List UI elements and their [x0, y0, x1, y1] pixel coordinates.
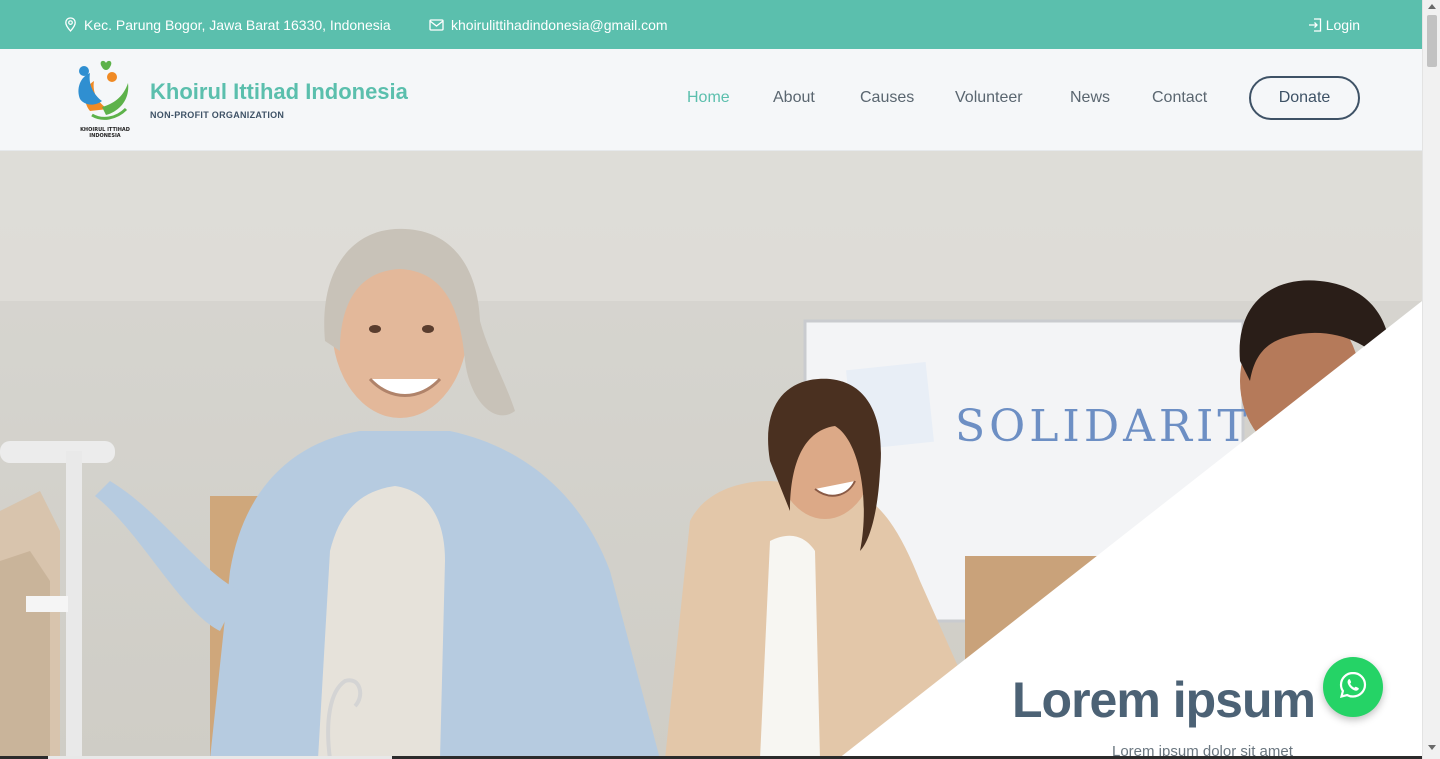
hero-title: Lorem ipsum	[1012, 672, 1316, 728]
envelope-icon	[429, 18, 444, 31]
nav-news[interactable]: News	[1070, 89, 1110, 107]
top-bar: Kec. Parung Bogor, Jawa Barat 16330, Ind…	[0, 0, 1422, 49]
donate-button[interactable]: Donate	[1249, 76, 1360, 120]
login-label[interactable]: Login	[1326, 17, 1360, 33]
nav-contact[interactable]: Contact	[1152, 89, 1207, 107]
site-header: KHOIRUL ITTIHAD INDONESIA Khoirul Ittiha…	[0, 49, 1422, 151]
email-text[interactable]: khoirulittihadindonesia@gmail.com	[451, 17, 668, 33]
whatsapp-icon	[1338, 670, 1368, 705]
nav-volunteer[interactable]: Volunteer	[955, 89, 1023, 107]
address-info: Kec. Parung Bogor, Jawa Barat 16330, Ind…	[64, 0, 391, 49]
map-pin-icon	[64, 17, 77, 32]
scrollbar-thumb[interactable]	[1427, 15, 1437, 67]
whiteboard-text: SOLIDARITY	[955, 401, 1284, 452]
scroll-up-icon[interactable]	[1428, 4, 1436, 9]
scroll-down-icon[interactable]	[1428, 745, 1436, 750]
nav-causes[interactable]: Causes	[860, 89, 914, 107]
email-info[interactable]: khoirulittihadindonesia@gmail.com	[429, 0, 668, 49]
vertical-scrollbar[interactable]	[1422, 0, 1440, 759]
whatsapp-button[interactable]	[1323, 657, 1383, 717]
main-nav: Home About Causes Volunteer News Contact	[0, 49, 1422, 151]
login-link[interactable]: Login	[1308, 0, 1360, 49]
address-text: Kec. Parung Bogor, Jawa Barat 16330, Ind…	[84, 16, 391, 33]
hero-section: SOLIDARITY Lorem ipsum Lorem ipsum dolor…	[0, 151, 1422, 759]
login-icon	[1308, 17, 1322, 32]
nav-home[interactable]: Home	[687, 89, 730, 107]
hero-image: SOLIDARITY	[0, 151, 1422, 759]
nav-about[interactable]: About	[773, 89, 815, 107]
